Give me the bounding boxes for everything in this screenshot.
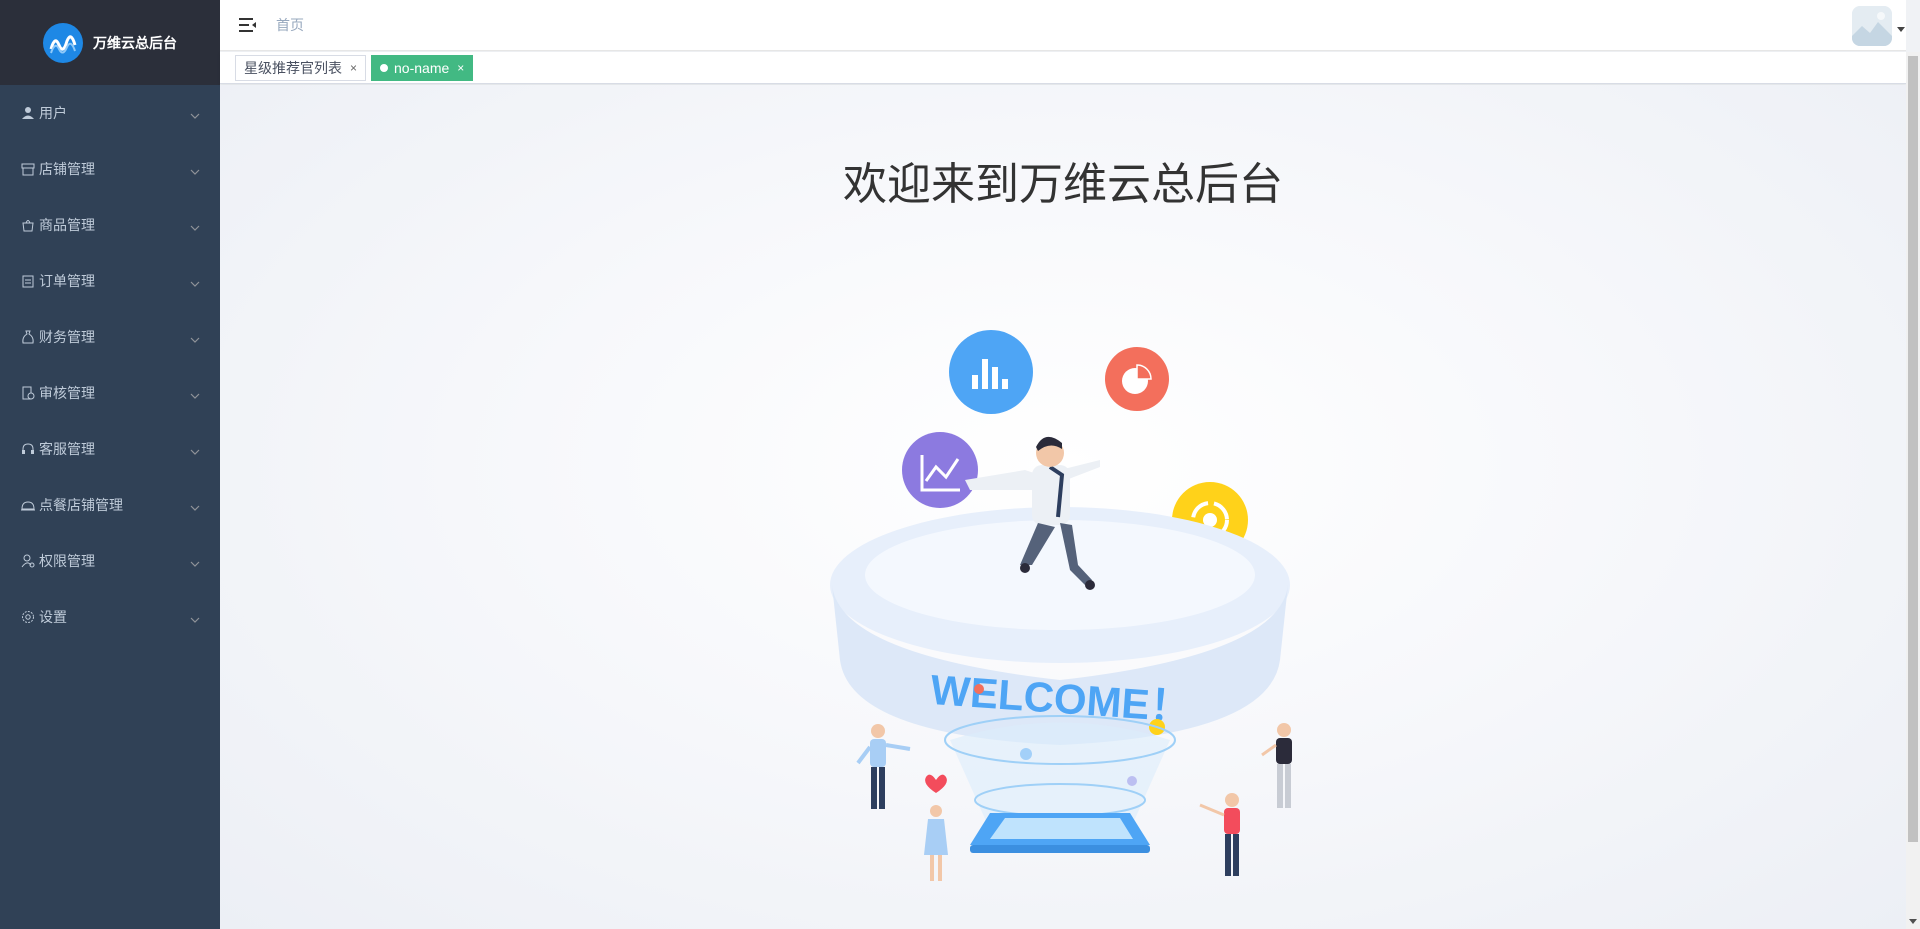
person-right-pink-illustration	[1199, 793, 1240, 876]
heart-icon	[925, 774, 947, 793]
sidebar-item-store[interactable]: 店铺管理	[0, 141, 220, 197]
user-menu[interactable]	[1852, 4, 1906, 48]
chevron-down-icon	[190, 164, 200, 175]
store-icon	[20, 161, 36, 177]
tablet-illustration	[970, 813, 1150, 853]
sidebar-item-label: 店铺管理	[39, 161, 95, 177]
money-bag-icon	[20, 329, 36, 345]
close-icon[interactable]: ×	[457, 61, 464, 75]
logo-bar: 万维云总后台	[0, 0, 220, 85]
menu-fold-icon	[239, 18, 256, 32]
sidebar-item-catering-store[interactable]: 点餐店铺管理	[0, 477, 220, 533]
sidebar-item-goods[interactable]: 商品管理	[0, 197, 220, 253]
close-icon[interactable]: ×	[350, 61, 357, 75]
sidebar-toggle-button[interactable]	[220, 0, 276, 51]
tag-no-name[interactable]: no-name ×	[371, 54, 474, 81]
sidebar-item-label: 点餐店铺管理	[39, 497, 123, 513]
pie-chart-icon	[1105, 347, 1169, 411]
sidebar-menu: 用户 店铺管理 商品管理 订单管理 财务管理 审核管理 客服管理 点餐店铺管理 …	[0, 85, 220, 645]
food-cover-icon	[20, 497, 36, 513]
gear-icon	[20, 609, 36, 625]
sidebar-item-orders[interactable]: 订单管理	[0, 253, 220, 309]
chevron-down-icon	[190, 556, 200, 567]
headset-icon	[20, 441, 36, 457]
shopping-bag-icon	[20, 217, 36, 233]
tag-star-recommender-list[interactable]: 星级推荐官列表 ×	[235, 54, 367, 81]
sidebar-item-label: 订单管理	[39, 273, 95, 289]
vertical-scrollbar[interactable]	[1906, 52, 1920, 929]
sidebar-item-finance[interactable]: 财务管理	[0, 309, 220, 365]
sidebar-item-label: 审核管理	[39, 385, 95, 401]
chevron-down-icon	[190, 220, 200, 231]
sidebar-item-users[interactable]: 用户	[0, 85, 220, 141]
scroll-thumb[interactable]	[1908, 56, 1918, 842]
app-title: 万维云总后台	[93, 34, 177, 51]
welcome-illustration: WELCOME！	[830, 330, 1292, 881]
person-left-illustration	[856, 724, 911, 809]
scroll-down-icon[interactable]	[1906, 915, 1920, 929]
page-title: 欢迎来到万维云总后台	[843, 159, 1283, 210]
active-dot-icon	[380, 63, 389, 72]
sidebar-item-settings[interactable]: 设置	[0, 589, 220, 645]
clipboard-icon	[20, 273, 36, 289]
sidebar-item-label: 设置	[39, 609, 67, 625]
audit-icon	[20, 385, 36, 401]
chevron-down-icon	[190, 332, 200, 343]
sidebar-item-label: 财务管理	[39, 329, 95, 345]
sidebar-item-customer-service[interactable]: 客服管理	[0, 421, 220, 477]
chevron-down-icon	[190, 500, 200, 511]
sidebar-item-label: 商品管理	[39, 217, 95, 233]
breadcrumb[interactable]: 首页	[276, 15, 304, 35]
avatar[interactable]	[1852, 6, 1892, 46]
chevron-down-icon	[190, 388, 200, 399]
person-right-black-illustration	[1261, 723, 1292, 808]
logo-icon	[43, 22, 83, 63]
tag-label: 星级推荐官列表	[244, 59, 342, 76]
user-icon	[20, 105, 36, 121]
sidebar-item-label: 权限管理	[39, 553, 95, 569]
tags-view: 星级推荐官列表 × no-name ×	[220, 52, 1906, 84]
chevron-down-icon	[190, 108, 200, 119]
sidebar-item-permissions[interactable]: 权限管理	[0, 533, 220, 589]
tag-label: no-name	[394, 59, 450, 76]
sidebar: 万维云总后台 用户 店铺管理 商品管理 订单管理 财务管理 审核管理 客服管理 …	[0, 0, 220, 929]
user-permission-icon	[20, 553, 36, 569]
chevron-down-icon	[190, 612, 200, 623]
bar-chart-icon	[949, 330, 1033, 414]
line-chart-icon	[902, 432, 978, 508]
main-content: 欢迎来到万维云总后台 WELCOME！	[220, 85, 1906, 929]
chevron-down-icon	[190, 444, 200, 455]
person-woman-illustration	[924, 805, 948, 881]
sidebar-item-label: 客服管理	[39, 441, 95, 457]
sidebar-item-audit[interactable]: 审核管理	[0, 365, 220, 421]
top-navbar: 首页	[220, 0, 1906, 51]
chevron-down-icon	[190, 276, 200, 287]
sidebar-item-label: 用户	[39, 105, 67, 121]
caret-down-icon[interactable]	[1896, 21, 1906, 32]
